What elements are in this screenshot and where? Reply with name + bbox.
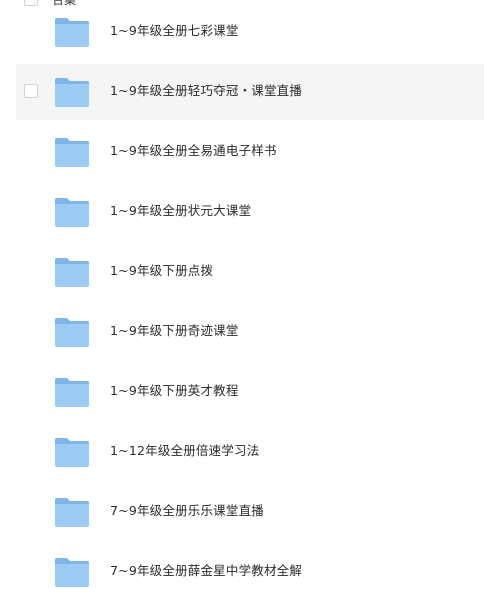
file-name[interactable]: 1~9年级下册英才教程 [110,381,239,401]
file-row[interactable]: 1~9年级下册点拨 [16,244,484,300]
folder-icon [55,18,89,47]
file-name[interactable]: 7~9年级全册乐乐课堂直播 [110,501,264,521]
file-row[interactable]: 1~9年级全册七彩课堂 [16,4,484,60]
file-name[interactable]: 1~9年级全册七彩课堂 [110,21,239,41]
file-name[interactable]: 7~9年级全册薛金星中学教材全解 [110,561,302,581]
file-row[interactable]: 1~9年级全册全易通电子样书 [16,124,484,180]
select-checkbox[interactable] [24,84,38,98]
file-name[interactable]: 1~9年级全册轻巧夺冠・课堂直播 [110,81,302,101]
folder-icon [55,138,89,167]
folder-icon [55,558,89,587]
folder-icon [55,438,89,467]
file-name[interactable]: 1~9年级下册点拨 [110,261,213,281]
folder-icon [55,378,89,407]
file-row[interactable]: 1~12年级全册倍速学习法 [16,424,484,480]
file-row[interactable]: 1~9年级全册轻巧夺冠・课堂直播 [16,64,484,120]
file-row[interactable]: 1~9年级下册英才教程 [16,364,484,420]
folder-icon [55,198,89,227]
file-row[interactable]: 7~9年级全册薛金星中学教材全解 [16,544,484,600]
file-name[interactable]: 1~9年级下册奇迹课堂 [110,321,239,341]
file-name[interactable]: 1~9年级全册状元大课堂 [110,201,251,221]
file-row[interactable]: 7~9年级全册乐乐课堂直播 [16,484,484,540]
folder-icon [55,498,89,527]
file-row[interactable]: 1~9年级下册奇迹课堂 [16,304,484,360]
folder-icon [55,318,89,347]
file-row[interactable]: 1~9年级全册状元大课堂 [16,184,484,240]
folder-icon [55,258,89,287]
file-name[interactable]: 1~9年级全册全易通电子样书 [110,141,277,161]
folder-icon [55,78,89,107]
file-name[interactable]: 1~12年级全册倍速学习法 [110,441,259,461]
